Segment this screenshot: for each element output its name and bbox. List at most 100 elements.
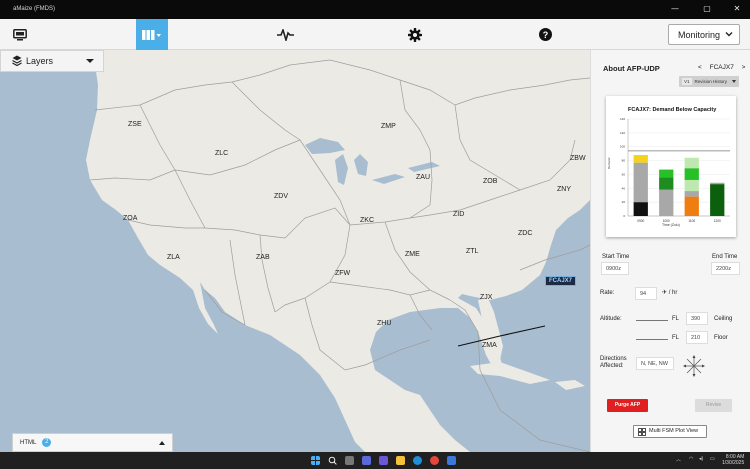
map-view-button[interactable] bbox=[136, 19, 168, 50]
artcc-label[interactable]: ZDV bbox=[274, 193, 288, 200]
volume-icon[interactable]: ◂) bbox=[699, 456, 703, 462]
app-icon[interactable] bbox=[447, 456, 456, 465]
artcc-label[interactable]: ZSE bbox=[128, 121, 142, 128]
start-time-input[interactable]: 0900z bbox=[601, 262, 629, 275]
chevron-up-icon bbox=[159, 441, 165, 445]
bar-segment bbox=[633, 162, 648, 203]
x-tick-label: 1200 bbox=[714, 219, 721, 223]
multi-fsm-label: Multi FSM Plot View bbox=[649, 428, 699, 434]
end-time-input[interactable]: 2200z bbox=[711, 262, 740, 275]
view-select[interactable]: Monitoring bbox=[668, 24, 740, 45]
map-columns-icon bbox=[142, 29, 161, 40]
chat-icon[interactable] bbox=[379, 456, 388, 465]
gear-icon bbox=[408, 27, 422, 42]
rate-input[interactable]: 94 bbox=[635, 287, 657, 300]
bar-segment bbox=[710, 184, 725, 216]
file-explorer-icon[interactable] bbox=[396, 456, 405, 465]
floor-label: Floor bbox=[714, 335, 728, 341]
bar-segment bbox=[659, 169, 674, 178]
panel-title: About AFP-UDP bbox=[603, 64, 660, 73]
artcc-label[interactable]: ZBW bbox=[570, 155, 586, 162]
altitude-label: Altitude: bbox=[600, 316, 622, 322]
artcc-label[interactable]: ZNY bbox=[557, 186, 571, 193]
revise-button[interactable]: Revise bbox=[695, 399, 732, 412]
artcc-label[interactable]: ZFW bbox=[335, 270, 350, 277]
rate-label: Rate: bbox=[600, 290, 615, 296]
html-count-badge: 2 bbox=[42, 438, 52, 447]
revision-label: Revision History bbox=[694, 79, 728, 84]
bar-segment bbox=[684, 179, 699, 192]
demand-chart-card: FCAJX7: Demand Below Capacity 0 20 40 60 80 1… bbox=[606, 96, 736, 237]
chrome-icon[interactable] bbox=[430, 456, 439, 465]
artcc-label[interactable]: ZHU bbox=[377, 320, 391, 327]
help-button[interactable]: ? bbox=[530, 19, 560, 50]
title-bar: aMaize (FMDS) — ▢ ✕ bbox=[0, 0, 750, 19]
edge-icon[interactable] bbox=[413, 456, 422, 465]
display-button[interactable] bbox=[0, 19, 40, 50]
ceiling-input[interactable]: 390 bbox=[686, 312, 708, 325]
wifi-icon[interactable]: ◠ bbox=[689, 456, 693, 462]
layers-dropdown[interactable]: Layers bbox=[0, 50, 104, 72]
artcc-label[interactable]: ZAU bbox=[416, 174, 430, 181]
grid-icon bbox=[638, 428, 646, 436]
bar-segment bbox=[684, 157, 699, 169]
minimize-button[interactable]: — bbox=[669, 3, 681, 15]
bar-segment bbox=[684, 168, 699, 180]
layers-icon bbox=[12, 55, 22, 66]
teams-icon[interactable] bbox=[362, 456, 371, 465]
map-canvas[interactable] bbox=[0, 50, 590, 452]
floor-divider bbox=[636, 339, 668, 340]
end-time-label: End Time bbox=[712, 254, 738, 260]
activity-button[interactable] bbox=[270, 19, 300, 50]
artcc-label[interactable]: ZJX bbox=[480, 294, 492, 301]
windows-start-icon[interactable] bbox=[311, 456, 320, 465]
next-afp-button[interactable]: > bbox=[742, 64, 746, 71]
multi-fsm-plot-button[interactable]: Multi FSM Plot View bbox=[633, 425, 707, 438]
tray-chevron-icon[interactable]: ︿ bbox=[676, 456, 681, 463]
bar-segment bbox=[684, 196, 699, 216]
prev-afp-button[interactable]: < bbox=[698, 64, 702, 71]
artcc-label[interactable]: ZKC bbox=[360, 217, 374, 224]
x-axis-label: Time (Zulu) bbox=[662, 223, 680, 227]
close-button[interactable]: ✕ bbox=[731, 3, 743, 15]
battery-icon[interactable]: ▭ bbox=[710, 456, 715, 462]
clock[interactable]: 8:00 AM 1/30/2025 bbox=[722, 454, 745, 466]
x-tick-label: 0900 bbox=[637, 219, 644, 223]
basemap bbox=[86, 50, 590, 452]
chevron-down-icon bbox=[732, 80, 736, 83]
y-tick-label: 80 bbox=[622, 159, 626, 163]
directions-input[interactable]: N, NE, NW bbox=[636, 357, 674, 370]
x-tick-label: 1100 bbox=[688, 219, 695, 223]
top-nav: ? Monitoring bbox=[0, 19, 750, 50]
revision-version: V1 bbox=[682, 78, 692, 85]
artcc-label[interactable]: ZTL bbox=[466, 248, 478, 255]
chart-title: FCAJX7: Demand Below Capacity bbox=[628, 107, 717, 113]
demand-chart: FCAJX7: Demand Below Capacity 0 20 40 60 80 1… bbox=[607, 107, 730, 227]
artcc-label[interactable]: ZMA bbox=[482, 342, 497, 349]
bar-segment bbox=[659, 189, 674, 216]
artcc-label[interactable]: ZME bbox=[405, 251, 420, 258]
revision-history-dropdown[interactable]: V1 Revision History bbox=[679, 76, 739, 87]
maximize-button[interactable]: ▢ bbox=[701, 3, 713, 15]
ceiling-label: Ceiling bbox=[714, 316, 733, 322]
artcc-label[interactable]: ZMP bbox=[381, 123, 396, 130]
purge-afp-button[interactable]: Purge AFP bbox=[607, 399, 648, 412]
settings-button[interactable] bbox=[400, 19, 430, 50]
compass-icon[interactable] bbox=[683, 355, 705, 377]
floor-input[interactable]: 210 bbox=[686, 331, 708, 344]
artcc-label[interactable]: ZOA bbox=[123, 215, 137, 222]
artcc-label[interactable]: ZAB bbox=[256, 254, 270, 261]
task-view-icon[interactable] bbox=[345, 456, 354, 465]
altitude-divider bbox=[636, 320, 668, 321]
artcc-label[interactable]: ZLC bbox=[215, 150, 228, 157]
afp-map-label[interactable]: FCAJX7 bbox=[545, 276, 577, 286]
artcc-label[interactable]: ZDC bbox=[518, 230, 532, 237]
afp-name: FCAJX7 bbox=[709, 64, 734, 71]
artcc-label[interactable]: ZOB bbox=[483, 178, 497, 185]
clock-date: 1/30/2025 bbox=[722, 459, 745, 466]
html-panel-toggle[interactable]: HTML 2 bbox=[12, 433, 173, 452]
search-icon[interactable] bbox=[328, 456, 337, 465]
artcc-label[interactable]: ZID bbox=[453, 211, 464, 218]
artcc-label[interactable]: ZLA bbox=[167, 254, 180, 261]
window-title: aMaize (FMDS) bbox=[13, 6, 56, 12]
